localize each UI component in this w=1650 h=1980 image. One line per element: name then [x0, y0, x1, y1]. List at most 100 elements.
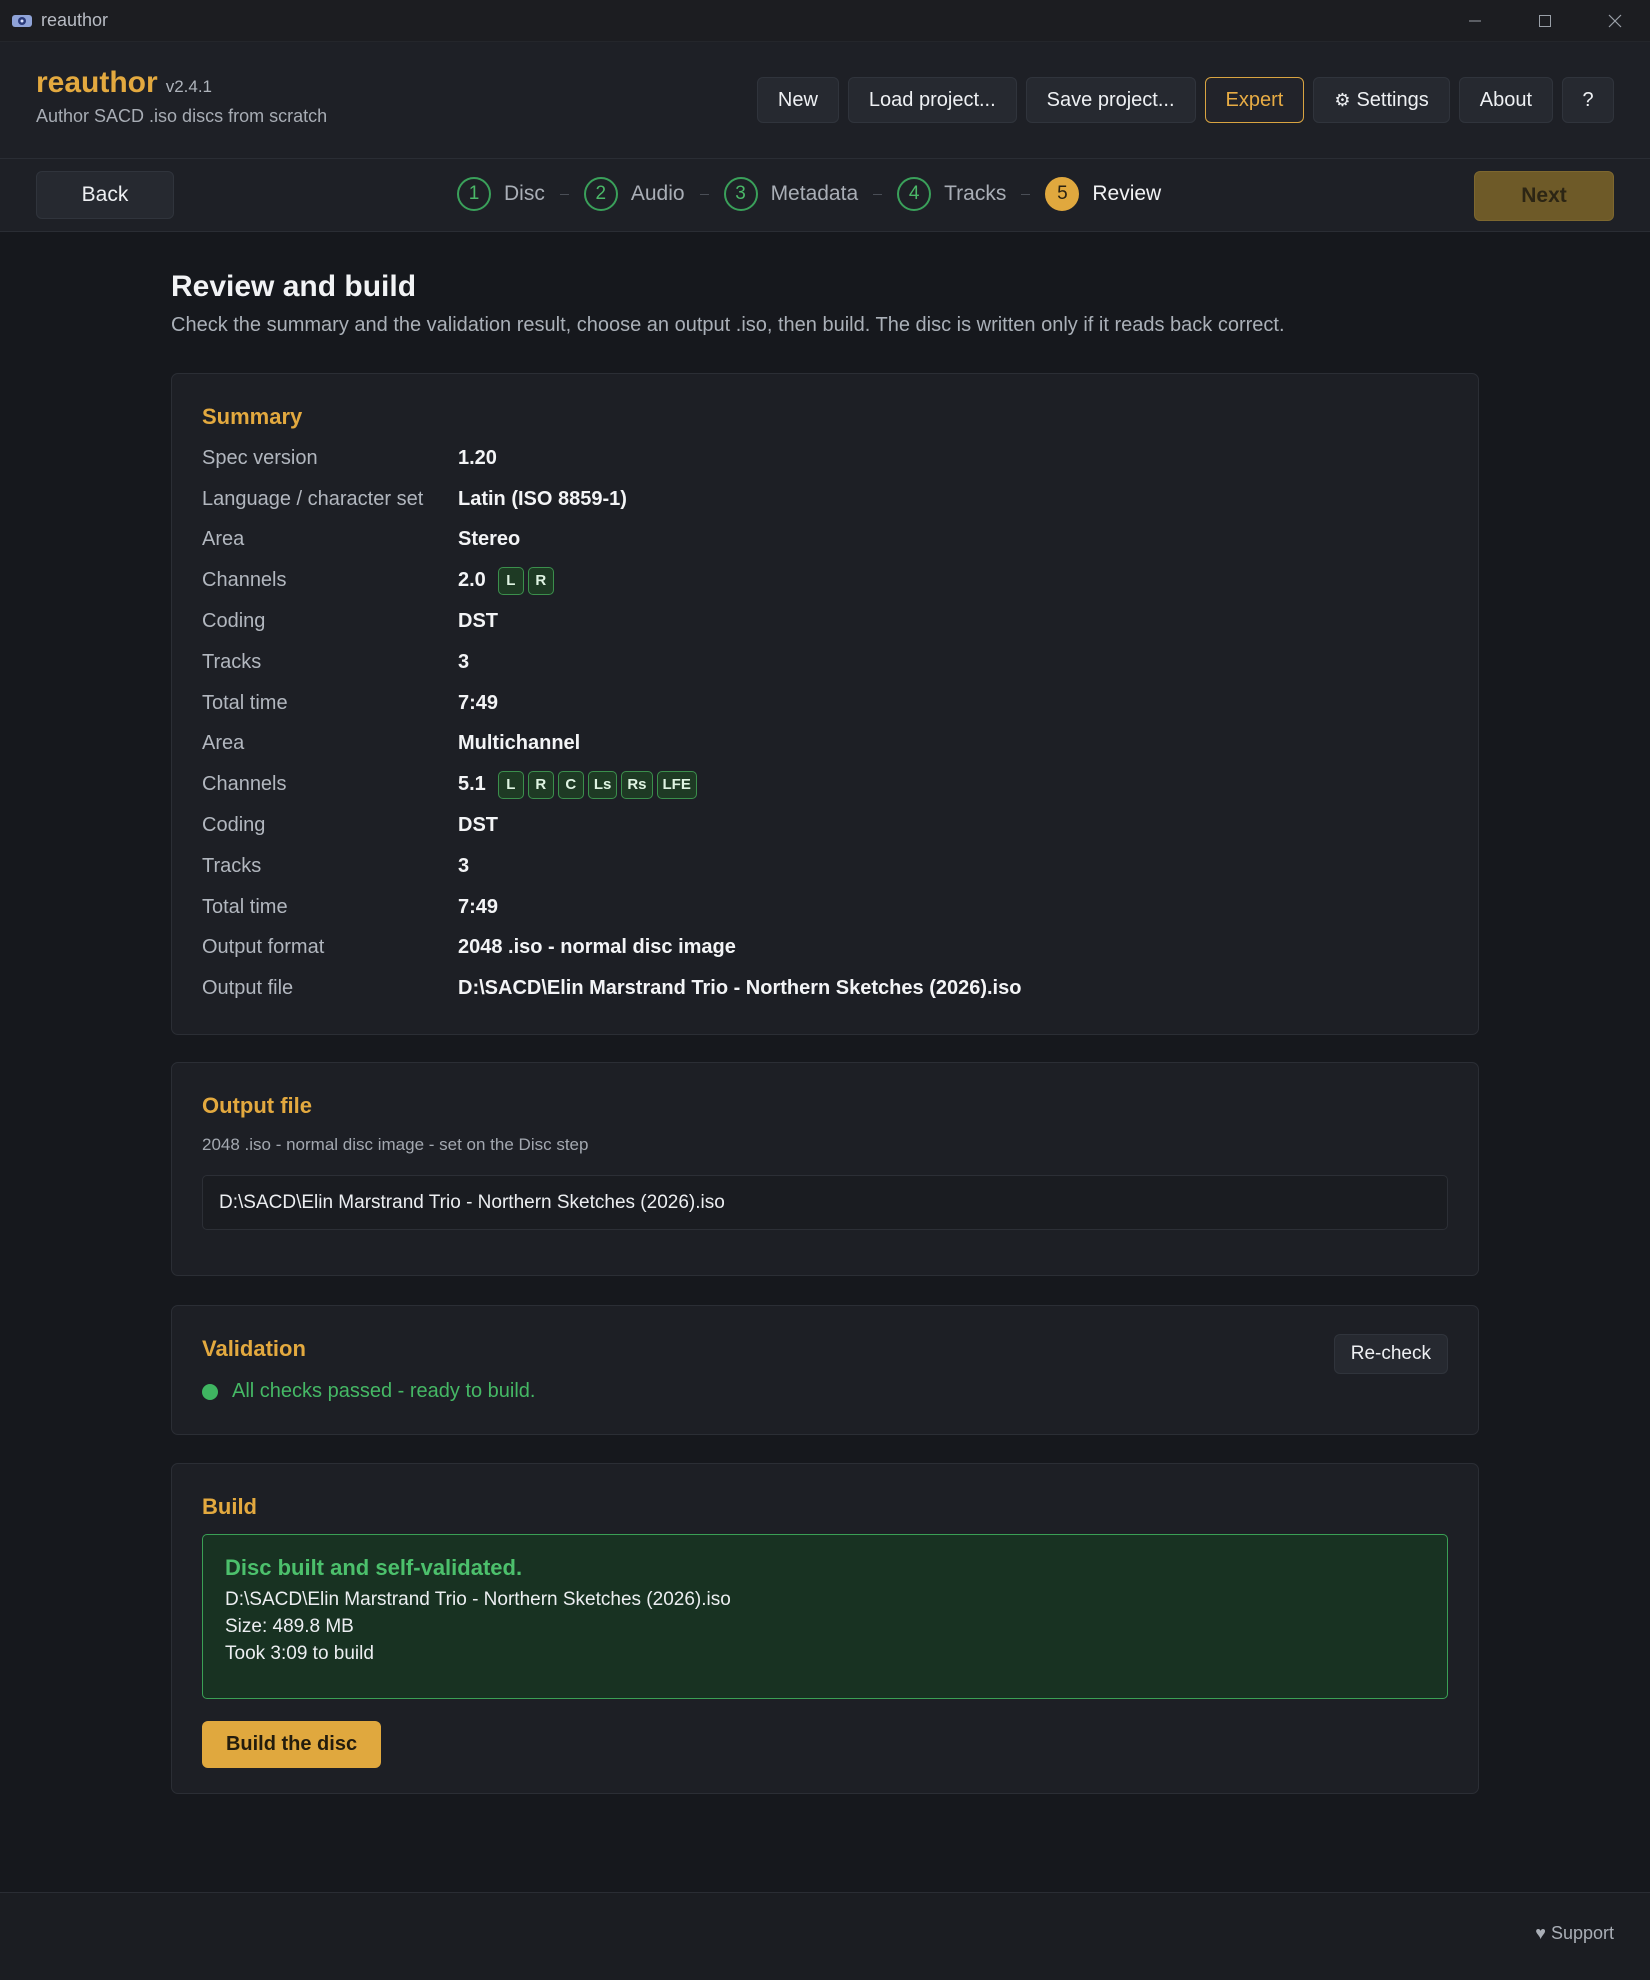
back-button[interactable]: Back — [36, 171, 174, 219]
summary-key: Coding — [202, 814, 266, 837]
build-result-panel: Disc built and self-validated. D:\SACD\E… — [202, 1534, 1448, 1699]
heart-icon: ♥ — [1535, 1923, 1546, 1943]
summary-key: Output file — [202, 977, 294, 1000]
summary-row: Coding DST — [202, 805, 1448, 846]
expert-toggle[interactable]: Expert — [1204, 77, 1305, 123]
summary-row: Area Stereo — [202, 520, 1448, 561]
summary-row: Total time 7:49 — [202, 683, 1448, 724]
step-label: Review — [1092, 182, 1162, 205]
settings-button[interactable]: ⚙ Settings — [1313, 77, 1450, 123]
status-dot-icon — [202, 1383, 218, 1400]
channel-config: 5.1 — [458, 773, 486, 796]
channel-chip: R — [527, 770, 554, 799]
summary-key: Total time — [202, 895, 288, 918]
channel-chip: Ls — [587, 770, 618, 799]
build-disc-button[interactable]: Build the disc — [202, 1721, 381, 1768]
step-number: 4 — [897, 177, 932, 211]
save-project-button[interactable]: Save project... — [1025, 77, 1196, 123]
summary-key: Coding — [202, 610, 266, 633]
next-button[interactable]: Next — [1474, 171, 1614, 221]
summary-value-channels: 2.0 L R — [458, 566, 554, 595]
minimize-icon[interactable] — [1440, 0, 1510, 41]
summary-card: Summary Spec version 1.20 Language / char… — [171, 373, 1479, 1035]
summary-value: D:\SACD\Elin Marstrand Trio - Northern S… — [458, 977, 1022, 1000]
summary-value: 7:49 — [458, 895, 499, 918]
channel-chips: L R — [494, 566, 554, 595]
summary-list: Spec version 1.20 Language / character se… — [202, 438, 1448, 1009]
summary-key: Tracks — [202, 650, 262, 673]
validation-card: Validation Re-check All checks passed - … — [171, 1305, 1479, 1435]
close-icon[interactable] — [1580, 0, 1650, 41]
step-metadata[interactable]: 3 Metadata — [723, 177, 858, 211]
maximize-icon[interactable] — [1510, 0, 1580, 41]
step-separator — [873, 193, 883, 195]
summary-row: Coding DST — [202, 601, 1448, 642]
summary-row: Output file D:\SACD\Elin Marstrand Trio -… — [202, 968, 1448, 1009]
step-separator — [1021, 193, 1031, 195]
summary-row: Area Multichannel — [202, 724, 1448, 765]
channel-chip: L — [497, 566, 524, 595]
app-tagline: Author SACD .iso discs from scratch — [36, 106, 328, 126]
build-result-title: Disc built and self-validated. — [225, 1555, 523, 1580]
step-number: 3 — [723, 177, 758, 211]
step-number: 2 — [583, 177, 618, 211]
new-button[interactable]: New — [756, 77, 839, 123]
recheck-button[interactable]: Re-check — [1333, 1334, 1448, 1374]
validation-heading: Validation — [202, 1336, 306, 1361]
summary-row: Tracks 3 — [202, 846, 1448, 887]
step-label: Disc — [504, 182, 545, 205]
window-titlebar: reauthor — [0, 0, 1650, 42]
summary-key: Spec version — [202, 446, 318, 469]
window-title: reauthor — [41, 10, 109, 30]
step-separator — [559, 193, 569, 195]
output-format-note: 2048 .iso - normal disc image - set on t… — [202, 1135, 589, 1154]
step-audio[interactable]: 2 Audio — [583, 177, 685, 211]
step-review[interactable]: 5 Review — [1045, 177, 1161, 211]
brand: reauthor v2.4.1 Author SACD .iso discs fr… — [36, 66, 327, 127]
main-content: Review and build Check the summary and t… — [171, 270, 1479, 1794]
summary-value-channels: 5.1 L R C Ls Rs LFE — [458, 770, 697, 799]
output-file-field[interactable]: D:\SACD\Elin Marstrand Trio - Northern S… — [202, 1175, 1448, 1230]
app-icon — [11, 13, 33, 29]
output-file-heading: Output file — [202, 1093, 312, 1118]
wizard-navigation: Back 1 Disc 2 Audio 3 Metadata 4 Tracks … — [0, 159, 1650, 232]
summary-row: Channels 2.0 L R — [202, 560, 1448, 601]
summary-key: Output format — [202, 936, 325, 959]
build-result-size: Size: 489.8 MB — [225, 1616, 354, 1637]
summary-row: Output format 2048 .iso - normal disc ima… — [202, 928, 1448, 969]
app-version: v2.4.1 — [165, 77, 212, 96]
footer: ♥ Support — [0, 1892, 1650, 1980]
channel-chip: L — [497, 770, 524, 799]
summary-value: DST — [458, 610, 498, 633]
channel-chip: Rs — [621, 770, 653, 799]
summary-key: Channels — [202, 569, 287, 592]
header-toolbar: New Load project... Save project... Expe… — [756, 77, 1614, 123]
summary-value: Stereo — [458, 528, 521, 551]
app-header: reauthor v2.4.1 Author SACD .iso discs fr… — [0, 42, 1650, 159]
step-tracks[interactable]: 4 Tracks — [897, 177, 1006, 211]
help-button[interactable]: ? — [1562, 77, 1614, 123]
settings-label: Settings — [1356, 88, 1429, 111]
about-button[interactable]: About — [1458, 77, 1553, 123]
summary-key: Tracks — [202, 854, 262, 877]
channel-chip: C — [557, 770, 584, 799]
wizard-steps: 1 Disc 2 Audio 3 Metadata 4 Tracks 5 Rev… — [457, 177, 1161, 211]
build-heading: Build — [202, 1494, 257, 1519]
summary-value: 1.20 — [458, 446, 497, 469]
build-result-time: Took 3:09 to build — [225, 1643, 374, 1664]
summary-value: 7:49 — [458, 691, 499, 714]
build-result-path: D:\SACD\Elin Marstrand Trio - Northern S… — [225, 1589, 731, 1610]
summary-value: Latin (ISO 8859-1) — [458, 487, 627, 510]
step-disc[interactable]: 1 Disc — [457, 177, 545, 211]
summary-row: Total time 7:49 — [202, 887, 1448, 928]
summary-key: Language / character set — [202, 487, 424, 510]
summary-value: 2048 .iso - normal disc image — [458, 936, 736, 959]
step-number: 1 — [457, 177, 491, 211]
summary-heading: Summary — [202, 404, 303, 429]
support-link[interactable]: ♥ Support — [1535, 1923, 1614, 1944]
summary-value: 3 — [458, 854, 470, 877]
load-project-button[interactable]: Load project... — [847, 77, 1017, 123]
summary-row: Spec version 1.20 — [202, 438, 1448, 479]
gear-icon: ⚙ — [1334, 89, 1351, 110]
step-separator — [699, 193, 709, 195]
